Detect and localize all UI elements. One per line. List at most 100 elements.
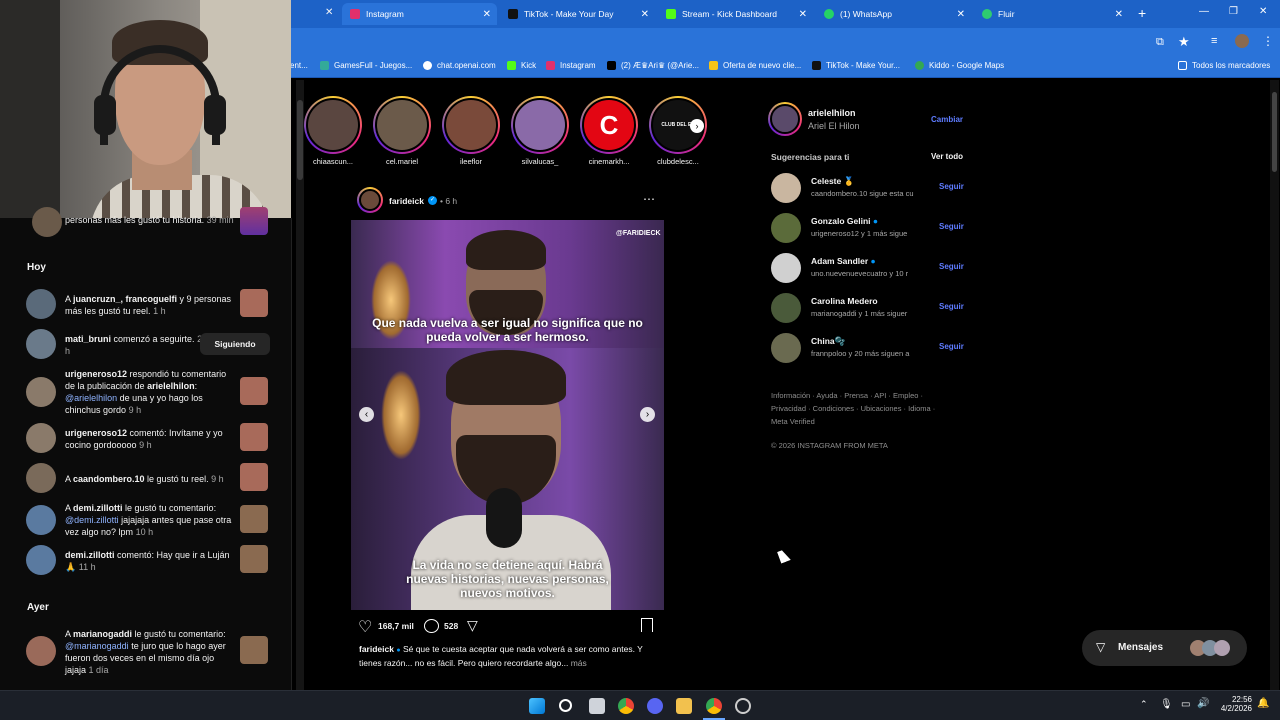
bookmark[interactable]: Oferta de nuevo clie...	[709, 61, 801, 70]
tab-kick[interactable]: Stream - Kick Dashboard ✕	[658, 3, 813, 25]
avatar[interactable]	[32, 207, 62, 237]
prev-media-button[interactable]: ‹	[359, 407, 374, 422]
chrome-icon[interactable]	[618, 698, 634, 714]
share-icon[interactable]: ▽	[467, 617, 478, 634]
following-button[interactable]: Siguiendo	[200, 333, 270, 355]
close-icon[interactable]: ✕	[641, 9, 649, 20]
follow-button[interactable]: Seguir	[939, 222, 964, 231]
minimize-icon[interactable]: —	[1199, 6, 1209, 17]
close-icon[interactable]: ✕	[957, 9, 965, 20]
close-icon[interactable]: ✕	[325, 7, 333, 18]
notification-bell-icon[interactable]: 🔔	[1257, 698, 1269, 709]
avatar[interactable]	[26, 289, 56, 319]
chevron-up-icon[interactable]: ⌃	[1140, 699, 1148, 710]
more-link[interactable]: más	[571, 658, 587, 668]
story-item[interactable]: chiaascun...	[304, 96, 362, 166]
star-icon[interactable]: ★	[1178, 34, 1190, 50]
avatar[interactable]	[26, 545, 56, 575]
page-scrollbar[interactable]	[1270, 80, 1279, 690]
story-item[interactable]: silvalucas_	[511, 96, 569, 166]
profile-username[interactable]: arielelhilon	[808, 108, 856, 118]
post-thumbnail[interactable]	[240, 207, 268, 235]
username-link[interactable]: juancruzn_, francoguelfi	[73, 294, 177, 304]
avatar[interactable]	[26, 377, 56, 407]
story-item[interactable]: cel.mariel	[373, 96, 431, 166]
volume-icon[interactable]: 🔊	[1197, 698, 1209, 709]
microphone-icon[interactable]: 🎙	[1160, 699, 1173, 710]
bookmark[interactable]: (2) Æ♛Ari♛ (@Arie...	[607, 61, 699, 70]
tab-fluir[interactable]: Fluir ✕	[974, 3, 1129, 25]
username-link[interactable]: farideick	[359, 644, 394, 654]
post-thumbnail[interactable]	[240, 289, 268, 317]
like-count[interactable]: 168,7 mil	[378, 621, 414, 631]
bookmark[interactable]: GamesFull - Juegos...	[320, 61, 412, 70]
follow-button[interactable]: Seguir	[939, 302, 964, 311]
stories-next-button[interactable]: ›	[690, 119, 704, 133]
more-options-icon[interactable]: ⋯	[643, 192, 655, 206]
avatar[interactable]	[771, 173, 801, 203]
story-item[interactable]: ileeflor	[442, 96, 500, 166]
comment-count[interactable]: 528	[444, 621, 458, 631]
post-thumbnail[interactable]	[240, 423, 268, 451]
follow-button[interactable]: Seguir	[939, 182, 964, 191]
bookmark[interactable]: Kick	[507, 61, 536, 70]
avatar[interactable]	[26, 463, 56, 493]
mention-link[interactable]: @demi.zillotti	[65, 515, 119, 525]
file-explorer-icon[interactable]	[676, 698, 692, 714]
avatar[interactable]	[771, 213, 801, 243]
avatar[interactable]	[771, 253, 801, 283]
switch-account-link[interactable]: Cambiar	[931, 115, 963, 124]
post-thumbnail[interactable]	[240, 377, 268, 405]
mention-link[interactable]: @arielelhilon	[65, 393, 117, 403]
post-author-avatar[interactable]	[357, 187, 383, 213]
save-icon[interactable]	[641, 618, 653, 632]
username-link[interactable]: mati_bruni	[65, 334, 111, 344]
menu-icon[interactable]: ⋮	[1262, 34, 1274, 48]
avatar[interactable]	[26, 505, 56, 535]
close-icon[interactable]: ✕	[1115, 9, 1123, 20]
username-link[interactable]: urigeneroso12	[65, 369, 127, 379]
task-view-icon[interactable]	[589, 698, 605, 714]
close-window-icon[interactable]: ✕	[1259, 6, 1267, 17]
username-link[interactable]: demi.zillotti	[65, 550, 115, 560]
restore-icon[interactable]: ❐	[1229, 6, 1238, 17]
search-icon[interactable]	[559, 699, 572, 712]
post-thumbnail[interactable]	[240, 636, 268, 664]
follow-button[interactable]: Seguir	[939, 342, 964, 351]
close-icon[interactable]: ✕	[483, 9, 491, 20]
story-item[interactable]: Ccinemarkh...	[580, 96, 638, 166]
profile-avatar[interactable]	[768, 102, 802, 136]
tab-instagram[interactable]: Instagram ✕	[342, 3, 497, 25]
follow-button[interactable]: Seguir	[939, 262, 964, 271]
post-author[interactable]: farideick	[389, 196, 424, 206]
bookmark[interactable]: Kiddo - Google Maps	[915, 61, 1004, 70]
chrome-icon[interactable]	[706, 698, 722, 714]
tab-whatsapp[interactable]: (1) WhatsApp ✕	[816, 3, 971, 25]
username-link[interactable]: arielelhilon	[147, 381, 195, 391]
bookmark[interactable]: chat.openai.com	[423, 61, 496, 70]
avatar[interactable]	[26, 329, 56, 359]
mention-link[interactable]: @marianogaddi	[65, 641, 129, 651]
messages-button[interactable]: ▽ Mensajes	[1082, 630, 1247, 666]
username-link[interactable]: caandombero.10	[73, 474, 145, 484]
avatar[interactable]	[26, 636, 56, 666]
footer-links[interactable]: Privacidad · Condiciones · Ubicaciones ·…	[771, 404, 935, 413]
close-icon[interactable]: ✕	[799, 9, 807, 20]
post-thumbnail[interactable]	[240, 463, 268, 491]
username-link[interactable]: urigeneroso12	[65, 428, 127, 438]
scrollbar[interactable]	[296, 80, 304, 690]
profile-avatar-icon[interactable]	[1235, 34, 1249, 48]
post-thumbnail[interactable]	[240, 545, 268, 573]
obs-icon[interactable]	[735, 698, 751, 714]
bookmark[interactable]: TikTok - Make Your...	[812, 61, 900, 70]
avatar[interactable]	[771, 333, 801, 363]
footer-links[interactable]: Información · Ayuda · Prensa · API · Emp…	[771, 391, 923, 400]
footer-links[interactable]: Meta Verified	[771, 417, 815, 426]
like-icon[interactable]: ♡	[358, 617, 372, 637]
install-icon[interactable]: ⧉	[1156, 36, 1164, 49]
windows-start-icon[interactable]	[529, 698, 545, 714]
comment-icon[interactable]	[424, 619, 439, 633]
tab-tiktok[interactable]: TikTok - Make Your Day ✕	[500, 3, 655, 25]
network-icon[interactable]: ▭	[1181, 699, 1190, 710]
bookmark[interactable]: Instagram	[546, 61, 596, 70]
